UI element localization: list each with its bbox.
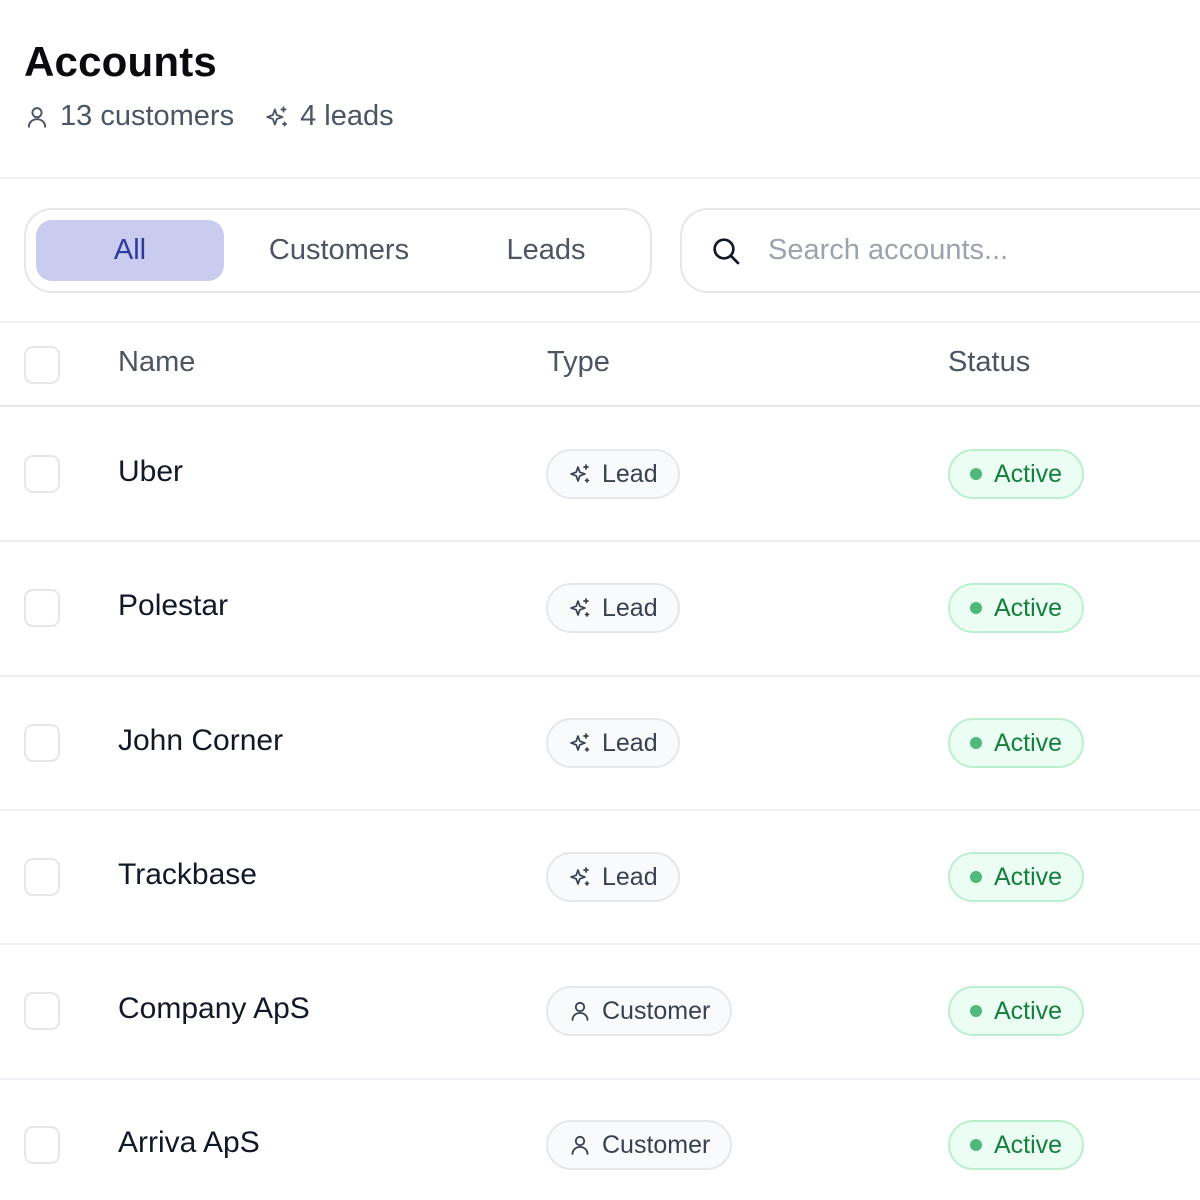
sparkle-icon [570, 598, 590, 617]
tab-customers[interactable]: Customers [244, 220, 434, 281]
accounts-page: Accounts 13 customers 4 leads All Custom… [0, 0, 1200, 1200]
leads-summary: 4 leads [264, 100, 394, 133]
row-checkbox[interactable] [24, 724, 60, 762]
status-label: Active [994, 728, 1063, 757]
type-label: Lead [602, 728, 658, 757]
status-badge: Active [948, 718, 1084, 768]
account-name[interactable]: Uber [118, 455, 183, 489]
status-dot [970, 1139, 982, 1151]
type-label: Customer [602, 996, 711, 1025]
status-label: Active [994, 996, 1063, 1025]
sparkle-icon [570, 733, 590, 752]
account-name[interactable]: Arriva ApS [118, 1126, 260, 1160]
page-title: Accounts [24, 38, 217, 85]
row-checkbox[interactable] [24, 858, 60, 896]
status-badge: Active [948, 449, 1084, 499]
type-badge: Lead [546, 449, 680, 499]
row-checkbox[interactable] [24, 589, 60, 627]
account-name[interactable]: Polestar [118, 589, 228, 623]
select-all-checkbox[interactable] [24, 346, 60, 384]
table-row[interactable]: Arriva ApS Customer Active [0, 1078, 1200, 1200]
leads-count: 4 leads [300, 100, 394, 132]
user-icon [27, 106, 47, 128]
type-label: Lead [602, 593, 658, 622]
status-badge: Active [948, 1120, 1084, 1170]
table-row[interactable]: Uber Lead Active [0, 407, 1200, 541]
user-icon [571, 1001, 589, 1021]
status-dot [970, 1005, 982, 1017]
type-label: Customer [602, 1130, 711, 1159]
status-label: Active [994, 593, 1063, 622]
header-divider [0, 177, 1200, 179]
filter-tabs: All Customers Leads [24, 208, 652, 293]
status-label: Active [994, 1130, 1063, 1159]
row-checkbox[interactable] [24, 992, 60, 1030]
search-input[interactable] [768, 234, 1188, 267]
type-badge: Lead [546, 718, 680, 768]
tab-leads[interactable]: Leads [466, 220, 626, 281]
type-label: Lead [602, 459, 658, 488]
account-name[interactable]: Trackbase [118, 858, 257, 892]
search-icon [713, 237, 740, 264]
type-badge: Lead [546, 583, 680, 633]
type-label: Lead [602, 862, 658, 891]
table-row[interactable]: John Corner Lead Active [0, 676, 1200, 810]
column-header-status[interactable]: Status [948, 346, 1030, 379]
account-name[interactable]: John Corner [118, 724, 283, 758]
page-header: Accounts 13 customers 4 leads [24, 38, 424, 133]
row-checkbox[interactable] [24, 455, 60, 493]
table-row[interactable]: Trackbase Lead Active [0, 810, 1200, 944]
status-label: Active [994, 459, 1063, 488]
table-row[interactable]: Polestar Lead Active [0, 541, 1200, 675]
user-icon [571, 1135, 589, 1155]
status-dot [970, 737, 982, 749]
table-row[interactable]: Company ApS Customer Active [0, 944, 1200, 1078]
type-badge: Customer [546, 986, 733, 1036]
toolbar-divider [0, 321, 1200, 323]
sparkle-icon [570, 867, 590, 886]
account-summary: 13 customers 4 leads [24, 100, 424, 133]
status-badge: Active [948, 986, 1084, 1036]
status-label: Active [994, 862, 1063, 891]
status-dot [970, 468, 982, 480]
type-badge: Customer [546, 1120, 733, 1170]
search-box[interactable] [680, 208, 1200, 293]
customers-count: 13 customers [60, 100, 235, 132]
column-header-name[interactable]: Name [118, 346, 195, 379]
status-dot [970, 871, 982, 883]
status-badge: Active [948, 852, 1084, 902]
status-dot [970, 602, 982, 614]
customers-summary: 13 customers [24, 100, 234, 133]
tab-all[interactable]: All [36, 220, 224, 281]
status-badge: Active [948, 583, 1084, 633]
sparkle-icon [570, 464, 590, 483]
row-checkbox[interactable] [24, 1126, 60, 1164]
sparkle-icon [266, 105, 288, 127]
type-badge: Lead [546, 852, 680, 902]
account-name[interactable]: Company ApS [118, 992, 310, 1026]
column-header-type[interactable]: Type [547, 346, 610, 379]
